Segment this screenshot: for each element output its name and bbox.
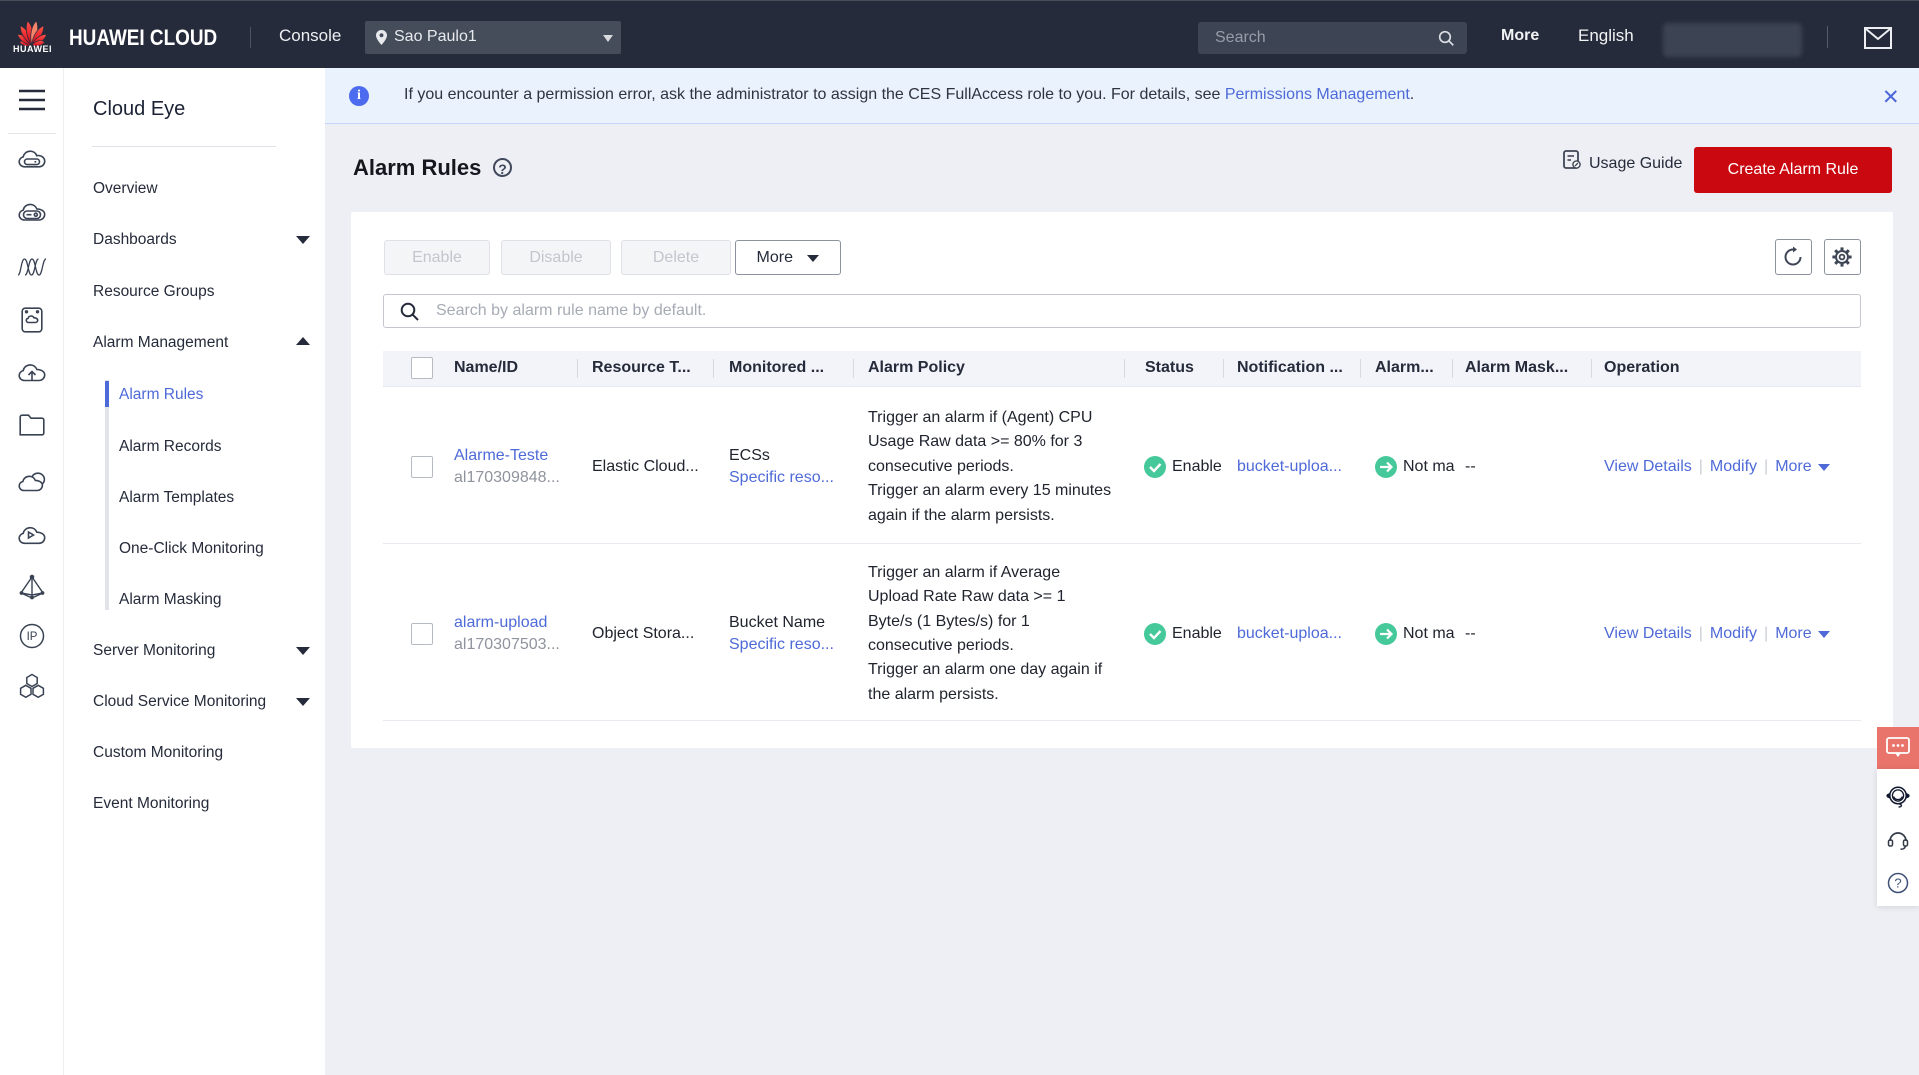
svg-text:IP: IP [26, 631, 37, 643]
svg-text:?: ? [1894, 876, 1901, 891]
